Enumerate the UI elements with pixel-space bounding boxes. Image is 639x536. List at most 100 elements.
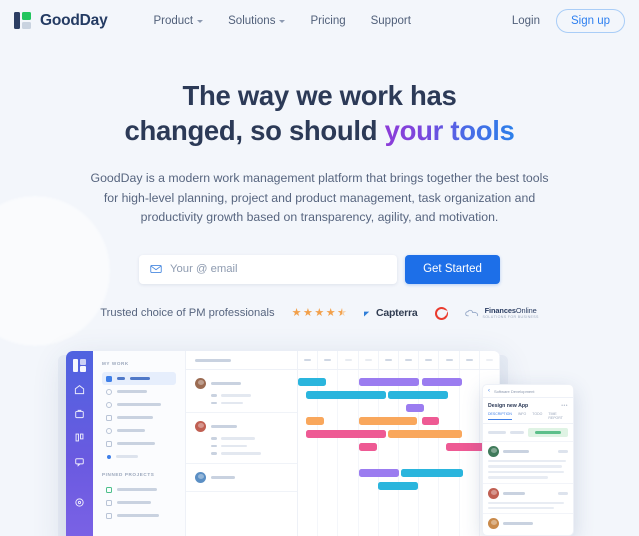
capterra-badge[interactable]: Capterra — [363, 307, 418, 320]
gantt-bar[interactable] — [306, 417, 324, 425]
status-badge[interactable] — [528, 428, 568, 437]
headline-line-1: The way we work has — [182, 80, 457, 111]
detail-card-header: ‹ Software Development — [483, 385, 573, 398]
timeline-cell — [338, 351, 359, 369]
gantt-bar[interactable] — [359, 469, 399, 477]
settings-icon[interactable] — [73, 496, 86, 509]
subtitle-line-3: productivity growth based on transparenc… — [140, 210, 499, 225]
landing-page: GoodDay Product Solutions Pricing Suppor… — [0, 0, 639, 536]
sidebar-item[interactable] — [102, 372, 176, 385]
gantt-bar[interactable] — [359, 443, 377, 451]
nav-item-pricing[interactable]: Pricing — [310, 15, 345, 27]
nav-item-support[interactable]: Support — [371, 15, 411, 27]
cloud-icon — [464, 309, 478, 316]
gantt-bar[interactable] — [306, 430, 386, 438]
detail-card-tabs: DESCRIPTION INFO TODO TIME REPORT — [483, 412, 573, 424]
get-started-button[interactable]: Get Started — [405, 254, 500, 284]
detail-card-title: Design new App — [488, 403, 529, 409]
table-row[interactable] — [186, 413, 297, 464]
board-icon[interactable] — [73, 431, 86, 444]
nav-item-product[interactable]: Product — [154, 15, 204, 27]
signup-button[interactable]: Sign up — [555, 8, 625, 33]
detail-card-breadcrumb: Software Development — [494, 388, 535, 394]
chevron-left-icon[interactable]: ‹ — [488, 388, 490, 394]
tab-time-report[interactable]: TIME REPORT — [548, 412, 568, 420]
task-list-column — [186, 351, 298, 536]
table-row[interactable] — [186, 464, 297, 492]
sidebar-item[interactable] — [102, 385, 176, 398]
gantt-bar[interactable] — [359, 417, 417, 425]
star-half-icon: ★ — [337, 307, 347, 319]
gantt-bar[interactable] — [306, 391, 386, 399]
capterra-label: Capterra — [375, 307, 418, 320]
timeline-cell — [439, 351, 460, 369]
sidebar-project-item[interactable] — [102, 483, 176, 496]
briefcase-icon[interactable] — [73, 407, 86, 420]
item-label — [117, 416, 153, 419]
app-logo-icon — [73, 359, 86, 372]
subtitle-line-1: GoodDay is a modern work management plat… — [90, 171, 549, 186]
tab-todo[interactable]: TODO — [532, 412, 542, 420]
task-title — [211, 425, 237, 429]
brand-logo[interactable]: GoodDay — [14, 12, 108, 30]
detail-card-status-row — [483, 424, 573, 441]
item-label — [117, 390, 147, 393]
email-field-wrapper[interactable] — [139, 254, 397, 284]
item-label — [117, 442, 155, 445]
email-input[interactable] — [170, 263, 386, 276]
gantt-chart — [298, 351, 500, 536]
task-list-header — [186, 351, 297, 370]
sidebar-item[interactable] — [102, 424, 176, 437]
gantt-bar[interactable] — [422, 378, 462, 386]
task-title — [211, 382, 241, 385]
financesonline-label: FinancesOnline SOLUTIONS FOR BUSINESS — [483, 307, 539, 320]
g2-badge[interactable] — [434, 306, 448, 320]
tab-info[interactable]: INFO — [518, 412, 526, 420]
star-rating: ★ ★ ★ ★ ★ — [292, 306, 347, 319]
ellipsis-icon[interactable]: ••• — [561, 403, 568, 409]
gantt-bar[interactable] — [388, 391, 448, 399]
gantt-bar[interactable] — [378, 482, 418, 490]
gantt-bar[interactable] — [359, 378, 419, 386]
gantt-bars-area — [298, 370, 500, 536]
sidebar-section-pinned-projects: PINNED PROJECTS — [102, 472, 155, 477]
item-label — [117, 403, 161, 406]
chat-icon[interactable] — [73, 455, 86, 468]
timeline-cell — [298, 351, 319, 369]
sidebar-project-item[interactable] — [102, 509, 176, 522]
fo-light: Online — [515, 305, 537, 315]
item-label — [117, 488, 157, 491]
headline-line-2: changed, so should your tools — [0, 113, 639, 148]
gantt-bar[interactable] — [401, 469, 463, 477]
app-sidebar-rail — [66, 351, 93, 536]
table-row[interactable] — [186, 370, 297, 414]
sidebar-project-item[interactable] — [102, 496, 176, 509]
nav-item-solutions[interactable]: Solutions — [228, 14, 286, 27]
fo-bold: Finances — [484, 305, 516, 315]
nav-item-solutions-label: Solutions — [228, 14, 276, 27]
home-icon[interactable] — [73, 383, 86, 396]
financesonline-badge[interactable]: FinancesOnline SOLUTIONS FOR BUSINESS — [464, 307, 539, 320]
sidebar-section-my-work: MY WORK — [102, 361, 129, 366]
gantt-bar[interactable] — [388, 430, 462, 438]
gantt-bar[interactable] — [422, 417, 439, 425]
gantt-bar[interactable] — [298, 378, 326, 386]
list-item — [483, 441, 573, 483]
item-icon — [106, 375, 112, 382]
sidebar-item[interactable] — [102, 437, 176, 450]
avatar — [195, 378, 206, 389]
timeline-cell — [419, 351, 440, 369]
hero-subtitle: GoodDay is a modern work management plat… — [0, 169, 639, 227]
gantt-bar[interactable] — [406, 404, 424, 412]
nav-links: Product Solutions Pricing Support — [154, 15, 411, 27]
capterra-icon — [363, 311, 370, 317]
sidebar-item[interactable] — [102, 398, 176, 411]
login-link[interactable]: Login — [512, 15, 540, 27]
goodday-logo-icon — [14, 12, 31, 29]
star-icon: ★ — [325, 306, 336, 319]
sidebar-item-add[interactable] — [102, 450, 176, 463]
folder-icon — [106, 499, 112, 506]
g2-icon — [434, 306, 448, 320]
sidebar-item[interactable] — [102, 411, 176, 424]
tab-description[interactable]: DESCRIPTION — [488, 412, 512, 420]
